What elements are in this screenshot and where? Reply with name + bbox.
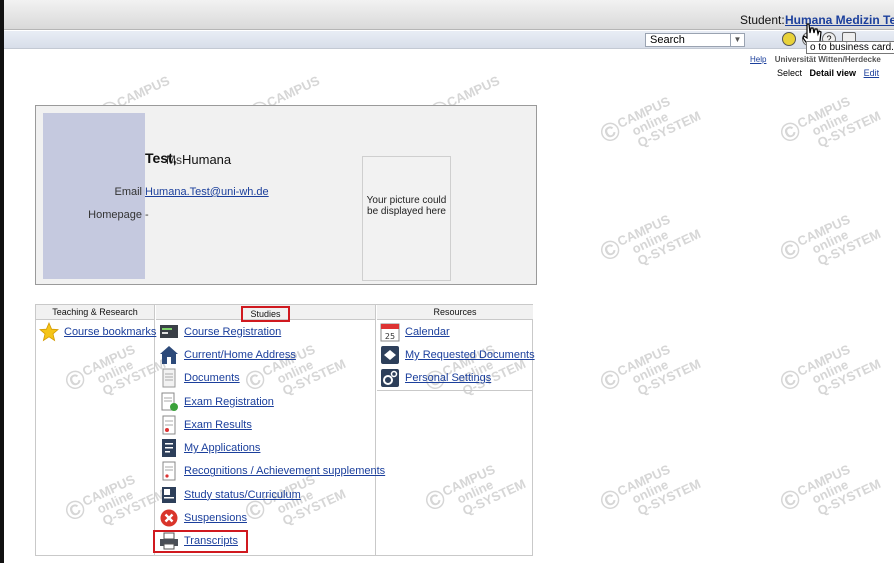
exam-registration-icon xyxy=(161,392,178,411)
calendar-link[interactable]: Calendar xyxy=(405,326,450,338)
watermark: © CAMPUS online Q-SYSTEM xyxy=(595,211,703,269)
business-card: Ms Test, Humana Email Humana.Test@uni-wh… xyxy=(35,105,537,285)
watermark: © CAMPUS online Q-SYSTEM xyxy=(595,93,703,151)
last-name: Test, xyxy=(145,150,177,166)
teaching-research-column: Teaching & Research Course bookmarks xyxy=(36,305,156,555)
personal-settings-link[interactable]: Personal Settings xyxy=(405,372,491,384)
watermark: © CAMPUS online Q-SYSTEM xyxy=(595,341,703,399)
resources-header: Resources xyxy=(377,305,533,320)
requested-documents-icon xyxy=(381,345,399,364)
gears-icon xyxy=(381,369,399,388)
link-current-home-address[interactable]: Current/Home Address xyxy=(156,343,375,366)
search-select[interactable]: Search ▼ xyxy=(645,33,745,47)
watermark: ©CAMPUS xyxy=(425,72,502,129)
picture-placeholder-text: Your picture could be displayed here xyxy=(366,195,447,217)
homepage-value: - xyxy=(145,209,149,221)
link-exam-registration[interactable]: Exam Registration xyxy=(156,390,375,413)
watermark: ©CAMPUS xyxy=(95,72,172,129)
link-course-bookmarks[interactable]: Course bookmarks xyxy=(36,320,156,343)
exam-registration-link[interactable]: Exam Registration xyxy=(184,396,274,408)
link-transcripts[interactable]: Transcripts xyxy=(153,529,248,553)
star-icon xyxy=(39,321,59,342)
link-personal-settings[interactable]: Personal Settings xyxy=(377,367,533,390)
course-registration-link[interactable]: Course Registration xyxy=(184,326,281,338)
window-frame xyxy=(0,0,4,563)
my-requested-documents-link[interactable]: My Requested Documents xyxy=(405,349,535,361)
current-home-address-link[interactable]: Current/Home Address xyxy=(184,349,296,361)
watermark: ©CAMPUS xyxy=(245,72,322,129)
link-my-applications[interactable]: My Applications xyxy=(156,436,375,459)
applications-icon xyxy=(162,439,176,458)
suspensions-link[interactable]: Suspensions xyxy=(184,512,247,524)
resources-column: Resources 25 Calendar My Requested Docum… xyxy=(377,305,535,555)
recognitions-icon xyxy=(162,461,176,481)
email-label: Email xyxy=(114,186,142,198)
link-documents[interactable]: Documents xyxy=(156,367,375,390)
watermark: © CAMPUS online Q-SYSTEM xyxy=(595,461,703,519)
course-bookmarks-link[interactable]: Course bookmarks xyxy=(64,326,156,338)
resources-list: 25 Calendar My Requested Documents Perso… xyxy=(377,320,535,391)
document-icon xyxy=(162,368,176,388)
link-calendar[interactable]: 25 Calendar xyxy=(377,320,533,343)
watermark: © CAMPUS online Q-SYSTEM xyxy=(775,93,883,151)
business-card-icon[interactable] xyxy=(782,32,796,46)
link-exam-results[interactable]: Exam Results xyxy=(156,413,375,436)
exam-results-icon xyxy=(162,415,176,435)
help-row: Help Universität Witten/Herdecke xyxy=(750,55,881,64)
calendar-day: 25 xyxy=(385,332,395,341)
application-links-table: Teaching & Research Course bookmarks Stu… xyxy=(35,304,535,556)
studies-column: Studies Course Registration Current/Home… xyxy=(153,305,385,555)
transcripts-link[interactable]: Transcripts xyxy=(184,535,238,547)
suspension-icon xyxy=(160,509,178,527)
recognitions-link[interactable]: Recognitions / Achievement supplements xyxy=(184,465,385,477)
help-link[interactable]: Help xyxy=(750,55,766,64)
business-card-tooltip: o to business card... xyxy=(806,41,894,54)
edit-link[interactable]: Edit xyxy=(864,68,880,78)
link-my-requested-documents[interactable]: My Requested Documents xyxy=(377,343,535,366)
course-registration-icon xyxy=(160,324,178,338)
page: Student: Humana Medizin Tes Search ▼ ? o… xyxy=(0,0,894,563)
teaching-research-header: Teaching & Research xyxy=(36,305,154,320)
calendar-icon: 25 xyxy=(380,323,400,342)
university-name: Universität Witten/Herdecke xyxy=(774,55,881,64)
watermark: © CAMPUS online Q-SYSTEM xyxy=(775,461,883,519)
select-label: Select xyxy=(777,68,803,78)
first-name: Humana xyxy=(182,152,232,167)
printer-icon xyxy=(160,532,178,550)
homepage-label: Homepage xyxy=(88,209,142,221)
email-link[interactable]: Humana.Test@uni-wh.de xyxy=(145,186,269,198)
picture-placeholder: Your picture could be displayed here xyxy=(362,156,451,281)
student-label: Student: xyxy=(740,13,785,27)
link-study-status[interactable]: Study status/Curriculum xyxy=(156,483,375,506)
study-status-link[interactable]: Study status/Curriculum xyxy=(184,489,301,501)
house-icon xyxy=(160,345,178,364)
watermark: © CAMPUS online Q-SYSTEM xyxy=(775,341,883,399)
detail-view-label: Detail view xyxy=(809,68,857,78)
watermark: © CAMPUS online Q-SYSTEM xyxy=(775,211,883,269)
documents-link[interactable]: Documents xyxy=(184,372,240,384)
study-status-icon xyxy=(162,486,176,503)
link-recognitions[interactable]: Recognitions / Achievement supplements xyxy=(156,460,385,483)
chevron-down-icon: ▼ xyxy=(730,34,744,46)
link-suspensions[interactable]: Suspensions xyxy=(156,506,375,529)
link-course-registration[interactable]: Course Registration xyxy=(156,320,375,343)
exam-results-link[interactable]: Exam Results xyxy=(184,419,252,431)
view-selector: Select Detail view Edit xyxy=(777,68,879,78)
studies-header: Studies xyxy=(156,305,375,322)
nav-bar xyxy=(4,31,894,49)
search-select-value: Search xyxy=(650,34,685,46)
my-applications-link[interactable]: My Applications xyxy=(184,442,260,454)
